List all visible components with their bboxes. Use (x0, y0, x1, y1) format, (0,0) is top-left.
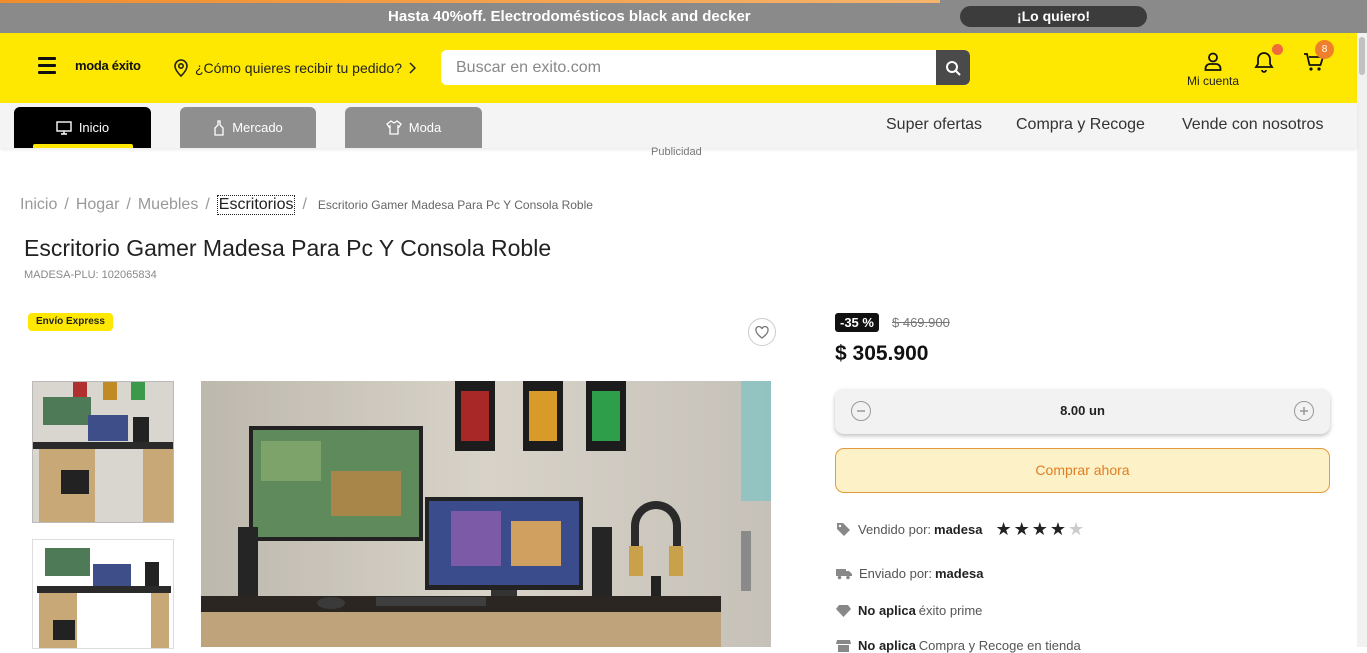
favorite-button[interactable] (748, 318, 776, 346)
link-super-ofertas[interactable]: Super ofertas (886, 116, 982, 134)
tab-label: Mercado (232, 120, 283, 135)
product-thumbnail-2[interactable] (32, 539, 174, 649)
discount-badge: -35 % (835, 313, 879, 332)
chevron-right-icon (409, 62, 416, 74)
seller-name[interactable]: madesa (934, 522, 982, 537)
breadcrumb-item-inicio[interactable]: Inicio (20, 196, 57, 214)
tabs-row: Inicio Mercado Moda Super ofertas Compra… (0, 103, 1357, 148)
plus-icon (1300, 407, 1308, 415)
promo-text: Hasta 40%off. Electrodomésticos black an… (388, 8, 751, 25)
main-header: moda éxito ¿Cómo quieres recibir tu pedi… (0, 33, 1357, 103)
cart-count-badge: 8 (1315, 40, 1334, 59)
account-button[interactable]: Mi cuenta (1180, 51, 1246, 88)
desk-photo (201, 381, 771, 647)
star-icon: ★ (1031, 519, 1048, 539)
active-tab-indicator (33, 144, 133, 148)
quantity-value: 8.00 un (1060, 403, 1105, 418)
promo-accent-line (0, 0, 940, 3)
search-input[interactable] (441, 50, 935, 85)
breadcrumb-item-muebles[interactable]: Muebles (138, 196, 198, 214)
link-compra-y-recoge[interactable]: Compra y Recoge (1016, 116, 1145, 134)
sold-by-row: Vendido por: madesa ★ ★ ★ ★ ★ (836, 520, 1084, 538)
scrollbar-thumb[interactable] (1359, 37, 1365, 75)
shipped-by-row: Enviado por: madesa (836, 566, 983, 581)
breadcrumb-item-escritorios[interactable]: Escritorios (216, 195, 296, 215)
search-button[interactable] (936, 50, 970, 85)
breadcrumb-separator: / (126, 196, 131, 213)
shipped-by-label: Enviado por: (859, 566, 932, 581)
breadcrumb-separator: / (205, 196, 210, 213)
bottle-icon (214, 119, 224, 136)
search-icon (946, 60, 961, 76)
account-label: Mi cuenta (1186, 74, 1240, 88)
star-icon: ★ (1049, 519, 1066, 539)
tab-label: Moda (408, 120, 442, 135)
breadcrumb: Inicio / Hogar / Muebles / Escritorios /… (20, 195, 593, 215)
link-vende-con-nosotros[interactable]: Vende con nosotros (1182, 116, 1323, 134)
star-empty-icon: ★ (1068, 519, 1085, 539)
page-scrollbar[interactable] (1357, 33, 1367, 647)
breadcrumb-item-hogar[interactable]: Hogar (76, 196, 120, 214)
user-icon (1204, 52, 1222, 71)
monitor-icon (56, 120, 72, 135)
product-main-image[interactable] (201, 381, 771, 647)
location-pin-icon (174, 59, 188, 77)
sold-by-label: Vendido por: (858, 521, 932, 537)
pickup-status: No aplica (858, 638, 916, 653)
desk-photo-thumbnail (33, 540, 173, 648)
tab-label: Inicio (78, 120, 110, 135)
prime-label: éxito prime (918, 603, 983, 618)
shipper-name: madesa (935, 566, 984, 581)
express-shipping-badge: Envío Express (28, 313, 113, 331)
notification-dot (1272, 44, 1283, 55)
product-title: Escritorio Gamer Madesa Para Pc Y Consol… (24, 235, 552, 261)
prime-status: No aplica (858, 603, 916, 618)
product-sku: MADESA-PLU: 102065834 (24, 269, 157, 281)
star-icon: ★ (995, 519, 1012, 539)
breadcrumb-separator: / (64, 196, 69, 213)
bell-icon (1254, 52, 1274, 73)
diamond-icon (836, 605, 851, 617)
promo-cta-button[interactable]: ¡Lo quiero! (960, 6, 1147, 27)
delivery-selector[interactable]: ¿Cómo quieres recibir tu pedido? (173, 59, 416, 77)
truck-icon (836, 569, 852, 580)
cart-button[interactable]: 8 (1303, 40, 1334, 76)
menu-icon[interactable] (38, 57, 56, 75)
pickup-row: No aplica Compra y Recoge en tienda (836, 638, 1081, 653)
increase-quantity-button[interactable] (1294, 401, 1314, 421)
buy-now-button[interactable]: Comprar ahora (835, 448, 1330, 493)
pickup-label: Compra y Recoge en tienda (918, 638, 1081, 653)
product-thumbnail-1[interactable] (32, 381, 174, 523)
promo-bar: Hasta 40%off. Electrodomésticos black an… (0, 0, 1367, 33)
delivery-prompt: ¿Cómo quieres recibir tu pedido? (195, 60, 402, 76)
heart-icon (755, 325, 769, 339)
breadcrumb-current: Escritorio Gamer Madesa Para Pc Y Consol… (317, 198, 593, 212)
shirt-icon (385, 120, 402, 135)
desk-photo-thumbnail (33, 382, 173, 522)
old-price: $ 469.900 (892, 315, 950, 330)
star-icon: ★ (1013, 519, 1030, 539)
quantity-stepper: 8.00 un (835, 389, 1330, 434)
store-icon (836, 640, 851, 652)
tab-inicio[interactable]: Inicio (14, 107, 151, 148)
ad-label: Publicidad (651, 146, 702, 158)
prime-row: No aplica éxito prime (836, 603, 982, 618)
tag-icon (837, 522, 850, 536)
logo[interactable]: moda éxito (75, 58, 141, 73)
notifications-button[interactable] (1254, 44, 1283, 77)
current-price: $ 305.900 (835, 342, 929, 365)
breadcrumb-separator: / (302, 196, 307, 213)
tab-moda[interactable]: Moda (345, 107, 482, 148)
tab-mercado[interactable]: Mercado (180, 107, 316, 148)
seller-rating: ★ ★ ★ ★ ★ (995, 520, 1084, 538)
search-bar (441, 50, 970, 85)
